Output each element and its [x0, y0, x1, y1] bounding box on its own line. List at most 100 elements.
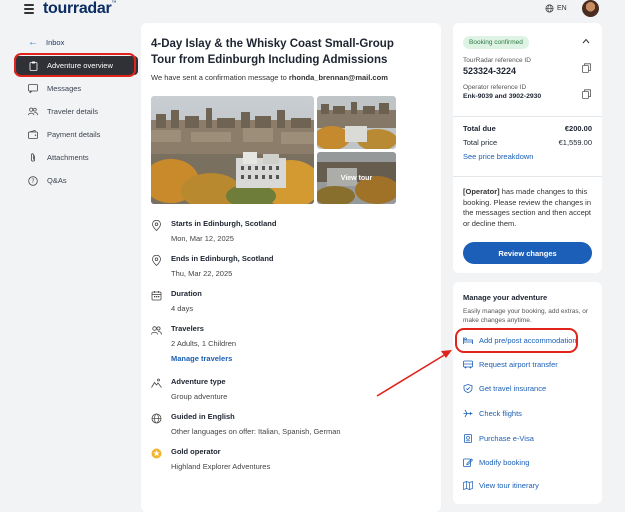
paperclip-icon: [28, 152, 38, 163]
detail-operator: Gold operator Highland Explorer Adventure…: [151, 447, 270, 472]
location-pin-icon: [152, 255, 161, 266]
location-pin-icon: [152, 220, 161, 231]
sidebar-item-attachments[interactable]: Attachments: [14, 148, 138, 167]
operator-ref: Operator reference ID Enk-9039 and 3902-…: [463, 84, 541, 100]
action-label: Get travel insurance: [479, 384, 547, 393]
op-ref-label: Operator reference ID: [463, 84, 527, 91]
detail-label: Duration: [171, 289, 202, 298]
manage-title: Manage your adventure: [463, 293, 548, 302]
total-due-value: €200.00: [564, 124, 592, 133]
tour-photo-2[interactable]: [317, 96, 396, 149]
sidebar-item-qas[interactable]: ? Q&As: [14, 171, 138, 190]
total-price-value: €1,559.00: [558, 138, 592, 147]
tour-photo-3[interactable]: View tour: [317, 152, 396, 204]
page-title: 4-Day Islay & the Whisky Coast Small-Gro…: [151, 38, 394, 66]
passport-icon: [464, 434, 472, 443]
confirmation-message: We have sent a confirmation message to r…: [151, 73, 388, 82]
ref-label: TourRadar reference ID: [463, 57, 531, 64]
logo-text: tourradar: [43, 0, 112, 17]
detail-label: Starts in Edinburgh, Scotland: [171, 219, 277, 228]
total-due-label: Total due: [463, 124, 496, 133]
action-modify-booking[interactable]: Modify booking: [463, 458, 529, 467]
shield-icon: [463, 384, 473, 393]
detail-label: Travelers: [171, 324, 204, 333]
action-view-itinerary[interactable]: View tour itinerary: [463, 481, 539, 490]
action-travel-insurance[interactable]: Get travel insurance: [463, 384, 546, 393]
copy-icon[interactable]: [582, 89, 591, 99]
action-label: Modify booking: [479, 458, 530, 467]
chevron-up-icon[interactable]: [582, 38, 590, 44]
copy-icon[interactable]: [582, 63, 591, 73]
op-ref-value: Enk-9039 and 3902-2930: [463, 93, 542, 100]
back-to-inbox-link[interactable]: ← Inbox: [14, 34, 138, 50]
review-changes-button[interactable]: Review changes: [463, 242, 592, 264]
detail-start: Starts in Edinburgh, Scotland Mon, Mar 12…: [151, 219, 276, 244]
top-bar: tourradar™ EN: [0, 0, 625, 20]
language-label: EN: [557, 5, 567, 12]
arrow-left-icon: ←: [28, 36, 38, 48]
detail-value: Thu, Mar 22, 2025: [171, 269, 233, 278]
detail-value: Other languages on offer: Italian, Spani…: [171, 427, 341, 436]
detail-travelers: Travelers 2 Adults, 1 Children Manage trav…: [151, 324, 236, 363]
globe-icon: [151, 413, 162, 424]
sidebar-item-label: Payment details: [47, 130, 101, 139]
action-airport-transfer[interactable]: Request airport transfer: [463, 360, 558, 369]
svg-text:?: ?: [31, 178, 34, 185]
manage-description: Easily manage your booking, add extras, …: [463, 308, 589, 324]
view-tour-button[interactable]: View tour: [317, 152, 396, 204]
users-icon: [28, 107, 38, 117]
sidebar-item-payment-details[interactable]: Payment details: [14, 125, 138, 144]
highlight-add-accommodation: [455, 328, 578, 353]
globe-icon: [545, 4, 554, 13]
status-badge: Booking confirmed: [463, 36, 529, 49]
total-price-label: Total price: [463, 138, 498, 147]
tour-photo-main[interactable]: [151, 96, 314, 204]
total-price-row: Total price €1,559.00: [463, 138, 592, 147]
tourradar-ref: TourRadar reference ID 523324-3224: [463, 57, 531, 76]
wallet-icon: [28, 130, 38, 140]
booking-summary-card: Booking confirmed TourRadar reference ID…: [453, 23, 602, 273]
sidebar-item-label: Q&As: [47, 176, 67, 185]
sidebar-item-messages[interactable]: Messages: [14, 79, 138, 98]
language-selector[interactable]: EN: [545, 4, 567, 13]
sidebar-item-traveler-details[interactable]: Traveler details: [14, 102, 138, 121]
hiking-icon: [151, 378, 162, 388]
operator-change-notice: [Operator] has made changes to this book…: [463, 187, 591, 228]
question-icon: ?: [28, 175, 38, 186]
detail-value: Highland Explorer Adventures: [171, 462, 271, 471]
divider: [453, 176, 602, 177]
detail-adventure-type: Adventure type Group adventure: [151, 377, 227, 402]
sidebar-item-label: Attachments: [47, 153, 89, 162]
operator-tag: [Operator]: [463, 187, 500, 196]
avatar[interactable]: [582, 0, 599, 17]
map-icon: [463, 481, 473, 490]
users-icon: [151, 326, 162, 335]
action-purchase-evisa[interactable]: Purchase e-Visa: [463, 434, 534, 443]
bus-icon: [463, 360, 473, 369]
manage-adventure-card: Manage your adventure Easily manage your…: [453, 282, 602, 504]
ref-value: 523324-3224: [463, 66, 517, 76]
detail-label: Ends in Edinburgh, Scotland: [171, 254, 274, 263]
action-check-flights[interactable]: Check flights: [463, 409, 522, 418]
detail-duration: Duration 4 days: [151, 289, 202, 314]
divider: [453, 116, 602, 117]
logo[interactable]: tourradar™: [43, 0, 116, 18]
confirmation-email: rhonda_brennan@mail.com: [288, 73, 388, 82]
back-label: Inbox: [46, 37, 65, 47]
gold-badge-icon: [151, 448, 162, 459]
price-breakdown-link[interactable]: See price breakdown: [463, 152, 533, 161]
calendar-icon: [151, 291, 162, 301]
detail-value: 2 Adults, 1 Children: [171, 339, 237, 348]
action-label: Purchase e-Visa: [479, 434, 534, 443]
adventure-overview-card: 4-Day Islay & the Whisky Coast Small-Gro…: [141, 23, 441, 512]
detail-value: 4 days: [171, 304, 194, 313]
menu-icon[interactable]: [24, 4, 34, 14]
edit-icon: [463, 458, 473, 467]
plane-icon: [463, 409, 473, 418]
highlight-adventure-overview: [14, 53, 136, 77]
detail-end: Ends in Edinburgh, Scotland Thu, Mar 22, …: [151, 254, 274, 279]
detail-value: Group adventure: [171, 392, 228, 401]
manage-travelers-link[interactable]: Manage travelers: [171, 354, 236, 363]
detail-label: Adventure type: [171, 377, 226, 386]
action-label: Check flights: [479, 409, 522, 418]
